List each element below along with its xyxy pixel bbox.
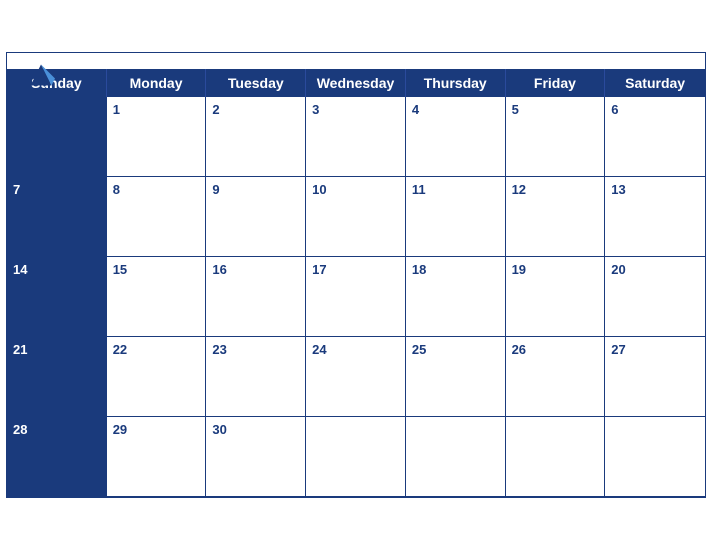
calendar-cell: 13 xyxy=(605,177,705,257)
calendar-cell xyxy=(605,417,705,497)
date-number: 13 xyxy=(611,182,625,197)
calendar-cell: 10 xyxy=(306,177,406,257)
date-number: 2 xyxy=(212,102,219,117)
calendar-cell: 6 xyxy=(605,97,705,177)
calendar-cell: 27 xyxy=(605,337,705,417)
calendar-grid: 1234567891011121314151617181920212223242… xyxy=(7,97,705,497)
calendar-cell: 29 xyxy=(107,417,207,497)
day-tuesday: Tuesday xyxy=(206,69,306,97)
date-number: 3 xyxy=(312,102,319,117)
calendar-cell: 9 xyxy=(206,177,306,257)
calendar-cell: 25 xyxy=(406,337,506,417)
date-number: 24 xyxy=(312,342,326,357)
calendar-cell: 23 xyxy=(206,337,306,417)
calendar-cell xyxy=(306,417,406,497)
date-number: 26 xyxy=(512,342,526,357)
date-number: 28 xyxy=(13,422,27,437)
calendar-cell: 18 xyxy=(406,257,506,337)
date-number: 22 xyxy=(113,342,127,357)
day-friday: Friday xyxy=(506,69,606,97)
date-number: 6 xyxy=(611,102,618,117)
calendar-cell: 4 xyxy=(406,97,506,177)
calendar-header xyxy=(7,53,705,69)
date-number: 11 xyxy=(412,182,426,197)
logo-icon xyxy=(23,61,59,89)
calendar-cell: 14 xyxy=(7,257,107,337)
calendar-cell xyxy=(7,97,107,177)
calendar-cell: 20 xyxy=(605,257,705,337)
date-number: 7 xyxy=(13,182,20,197)
date-number: 23 xyxy=(212,342,226,357)
day-monday: Monday xyxy=(107,69,207,97)
day-headers: Sunday Monday Tuesday Wednesday Thursday… xyxy=(7,69,705,97)
calendar-cell: 24 xyxy=(306,337,406,417)
day-thursday: Thursday xyxy=(406,69,506,97)
calendar-cell: 8 xyxy=(107,177,207,257)
date-number: 25 xyxy=(412,342,426,357)
date-number: 8 xyxy=(113,182,120,197)
date-number: 17 xyxy=(312,262,326,277)
calendar-cell: 3 xyxy=(306,97,406,177)
date-number: 10 xyxy=(312,182,326,197)
date-number: 4 xyxy=(412,102,419,117)
calendar-cell: 1 xyxy=(107,97,207,177)
date-number: 27 xyxy=(611,342,625,357)
calendar-cell xyxy=(506,417,606,497)
calendar: Sunday Monday Tuesday Wednesday Thursday… xyxy=(6,52,706,498)
date-number: 21 xyxy=(13,342,27,357)
calendar-cell: 11 xyxy=(406,177,506,257)
calendar-cell: 5 xyxy=(506,97,606,177)
calendar-cell: 17 xyxy=(306,257,406,337)
date-number: 30 xyxy=(212,422,226,437)
calendar-cell: 22 xyxy=(107,337,207,417)
calendar-cell: 26 xyxy=(506,337,606,417)
calendar-cell: 2 xyxy=(206,97,306,177)
calendar-cell: 15 xyxy=(107,257,207,337)
date-number: 19 xyxy=(512,262,526,277)
date-number: 15 xyxy=(113,262,127,277)
calendar-cell xyxy=(406,417,506,497)
date-number: 18 xyxy=(412,262,426,277)
day-wednesday: Wednesday xyxy=(306,69,406,97)
date-number: 9 xyxy=(212,182,219,197)
date-number: 1 xyxy=(113,102,120,117)
calendar-cell: 7 xyxy=(7,177,107,257)
calendar-cell: 19 xyxy=(506,257,606,337)
calendar-cell: 16 xyxy=(206,257,306,337)
logo xyxy=(23,61,59,89)
calendar-cell: 12 xyxy=(506,177,606,257)
date-number: 16 xyxy=(212,262,226,277)
date-number: 29 xyxy=(113,422,127,437)
calendar-cell: 30 xyxy=(206,417,306,497)
date-number: 5 xyxy=(512,102,519,117)
day-saturday: Saturday xyxy=(605,69,705,97)
calendar-cell: 21 xyxy=(7,337,107,417)
date-number: 12 xyxy=(512,182,526,197)
date-number: 20 xyxy=(611,262,625,277)
calendar-cell: 28 xyxy=(7,417,107,497)
date-number: 14 xyxy=(13,262,27,277)
